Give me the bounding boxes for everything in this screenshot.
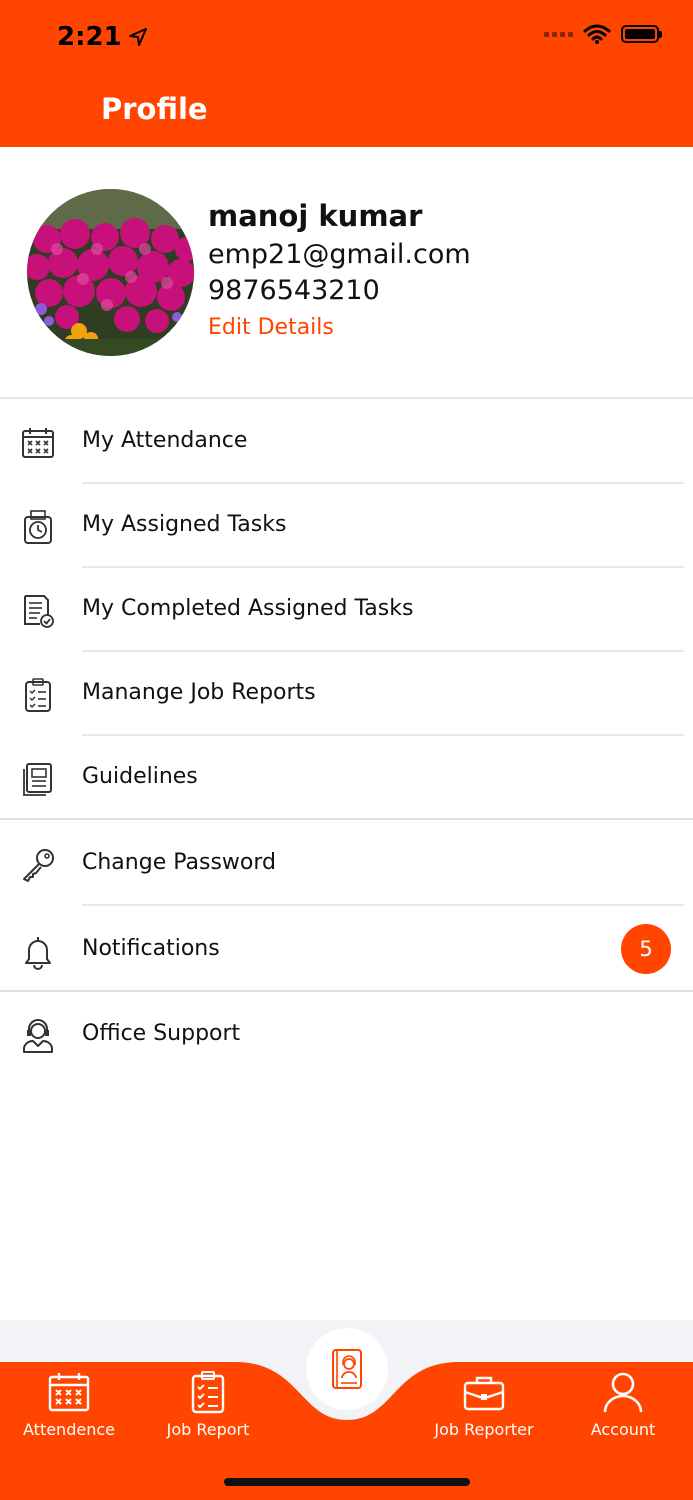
home-indicator: [224, 1478, 470, 1486]
support-book-icon: [332, 1349, 362, 1389]
app-header: 2:21 Profile: [0, 0, 693, 147]
status-time: 2:21: [57, 22, 148, 52]
profile-phone: 9876543210: [208, 275, 380, 306]
calendar-icon: [48, 1373, 90, 1412]
tab-label: Attendence: [23, 1420, 115, 1439]
tab-job-reporter[interactable]: Job Reporter: [424, 1370, 544, 1439]
battery-icon: [621, 25, 662, 43]
menu-item-label: Change Password: [82, 850, 276, 875]
edit-details-link[interactable]: Edit Details: [208, 315, 334, 340]
menu-item-label: Office Support: [82, 1021, 241, 1046]
menu-item-label: My Attendance: [82, 428, 248, 453]
profile-card: manoj kumar emp21@gmail.com 9876543210 E…: [0, 147, 693, 399]
cellular-signal-icon: [544, 31, 573, 37]
center-support-button[interactable]: [306, 1328, 388, 1410]
menu-item-label: Guidelines: [82, 764, 198, 789]
clipboard-icon: [25, 678, 51, 712]
calendar-icon: [22, 428, 54, 458]
person-icon: [603, 1372, 643, 1413]
tab-label: Job Report: [166, 1420, 250, 1439]
page-title: Profile: [101, 92, 208, 126]
menu-item-office-support[interactable]: Office Support: [0, 992, 693, 1076]
tab-job-report[interactable]: Job Report: [148, 1370, 268, 1439]
tab-label: Job Reporter: [434, 1420, 534, 1439]
bell-icon: [25, 937, 51, 970]
support-agent-icon: [23, 1019, 53, 1053]
completed-doc-icon: [24, 595, 54, 628]
profile-name: manoj kumar: [208, 199, 423, 233]
profile-menu: My Attendance My Assigned Tasks My Compl…: [0, 400, 693, 1076]
menu-item-my-assigned-tasks[interactable]: My Assigned Tasks: [0, 484, 693, 568]
clipboard-icon: [191, 1371, 225, 1414]
avatar[interactable]: [27, 189, 194, 356]
status-icons: [544, 24, 662, 44]
menu-item-change-password[interactable]: Change Password: [0, 820, 693, 906]
tab-attendence[interactable]: Attendence: [9, 1370, 129, 1439]
profile-email: emp21@gmail.com: [208, 239, 471, 270]
location-arrow-icon: [128, 28, 147, 46]
tab-label: Account: [590, 1420, 656, 1439]
menu-item-label: Manange Job Reports: [82, 680, 316, 705]
menu-item-label: Notifications: [82, 936, 220, 961]
tab-account[interactable]: Account: [563, 1370, 683, 1439]
avatar-flowers-image: [27, 189, 194, 356]
menu-item-guidelines[interactable]: Guidelines: [0, 736, 693, 820]
task-clock-icon: [24, 510, 52, 544]
guidelines-icon: [23, 763, 52, 796]
menu-item-my-attendance[interactable]: My Attendance: [0, 400, 693, 484]
key-icon: [23, 849, 54, 882]
menu-item-notifications[interactable]: Notifications 5: [0, 906, 693, 992]
menu-item-label: My Completed Assigned Tasks: [82, 596, 414, 621]
menu-item-manage-job-reports[interactable]: Manange Job Reports: [0, 652, 693, 736]
menu-item-label: My Assigned Tasks: [82, 512, 287, 537]
notification-count-badge: 5: [621, 924, 671, 974]
menu-item-my-completed-assigned-tasks[interactable]: My Completed Assigned Tasks: [0, 568, 693, 652]
briefcase-icon: [463, 1376, 505, 1411]
wifi-icon: [583, 24, 611, 44]
